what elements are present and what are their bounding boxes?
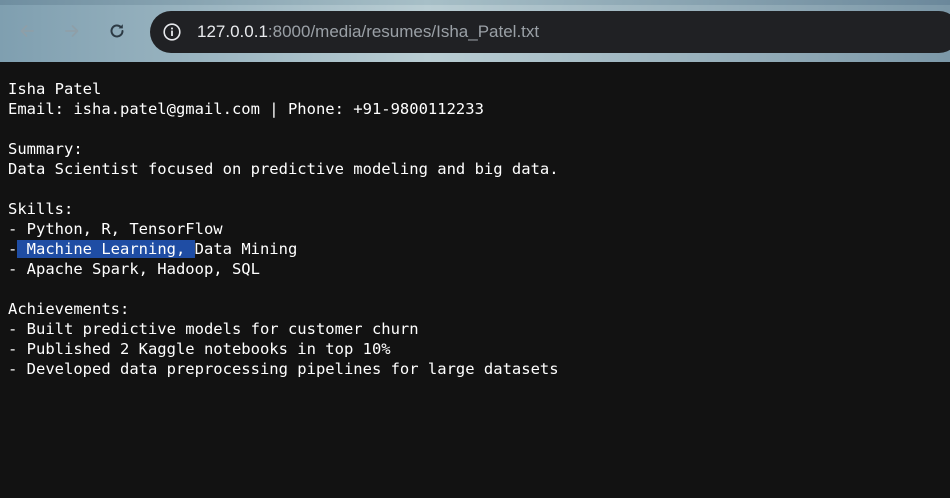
name-line: Isha Patel	[8, 80, 102, 98]
browser-toolbar: 127.0.0.1:8000/media/resumes/Isha_Patel.…	[0, 0, 950, 62]
info-icon[interactable]	[160, 20, 184, 44]
url-text[interactable]: 127.0.0.1:8000/media/resumes/Isha_Patel.…	[197, 22, 539, 42]
selected-text: Machine Learning,	[17, 240, 195, 258]
forward-button[interactable]	[57, 16, 87, 46]
skill-line-1: - Python, R, TensorFlow	[8, 220, 223, 238]
achievement-line-3: - Developed data preprocessing pipelines…	[8, 360, 559, 378]
skill-line-2: - Machine Learning, Data Mining	[8, 239, 297, 259]
reload-icon	[110, 24, 124, 38]
back-button[interactable]	[12, 16, 42, 46]
summary-heading: Summary:	[8, 140, 83, 158]
skill-line-3: - Apache Spark, Hadoop, SQL	[8, 260, 260, 278]
arrow-left-icon	[20, 25, 34, 37]
skills-heading: Skills:	[8, 200, 74, 218]
summary-text: Data Scientist focused on predictive mod…	[8, 160, 559, 178]
arrow-right-icon	[65, 25, 79, 37]
achievement-line-1: - Built predictive models for customer c…	[8, 320, 419, 338]
achievement-line-2: - Published 2 Kaggle notebooks in top 10…	[8, 340, 391, 358]
contact-line: Email: isha.patel@gmail.com | Phone: +91…	[8, 100, 484, 118]
reload-button[interactable]	[102, 16, 132, 46]
document-body: Isha Patel Email: isha.patel@gmail.com |…	[0, 62, 950, 498]
achievements-heading: Achievements:	[8, 300, 130, 318]
address-bar[interactable]: 127.0.0.1:8000/media/resumes/Isha_Patel.…	[150, 11, 950, 53]
skill-2-rest: Data Mining	[194, 240, 298, 258]
url-path: :8000/media/resumes/Isha_Patel.txt	[267, 22, 540, 41]
skill-2-prefix: -	[8, 240, 18, 258]
url-host: 127.0.0.1	[197, 22, 268, 41]
